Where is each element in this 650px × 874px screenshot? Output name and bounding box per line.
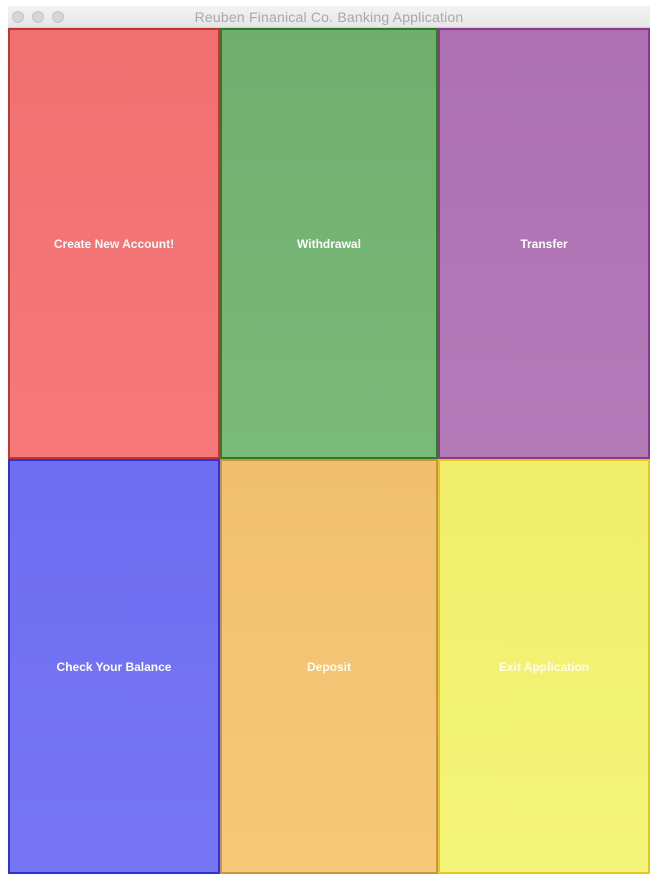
exit-application-button[interactable]: Exit Application xyxy=(438,459,650,874)
check-balance-button[interactable]: Check Your Balance xyxy=(8,459,220,874)
window-title: Reuben Finanical Co. Banking Application xyxy=(194,9,464,25)
title-bar[interactable]: Reuben Finanical Co. Banking Application xyxy=(8,6,650,28)
deposit-label: Deposit xyxy=(306,659,351,674)
create-new-account-button[interactable]: Create New Account! xyxy=(8,28,220,459)
transfer-button[interactable]: Transfer xyxy=(438,28,650,459)
application-window: Reuben Finanical Co. Banking Application… xyxy=(8,6,650,874)
check-balance-label: Check Your Balance xyxy=(56,659,172,674)
withdrawal-button[interactable]: Withdrawal xyxy=(220,28,438,459)
withdrawal-label: Withdrawal xyxy=(297,236,361,251)
transfer-label: Transfer xyxy=(520,236,568,251)
create-new-account-label: Create New Account! xyxy=(53,236,175,251)
deposit-button[interactable]: Deposit xyxy=(220,459,438,874)
menu-button-grid: Create New Account! Withdrawal Transfer … xyxy=(8,28,650,874)
exit-application-label: Exit Application xyxy=(498,659,590,674)
